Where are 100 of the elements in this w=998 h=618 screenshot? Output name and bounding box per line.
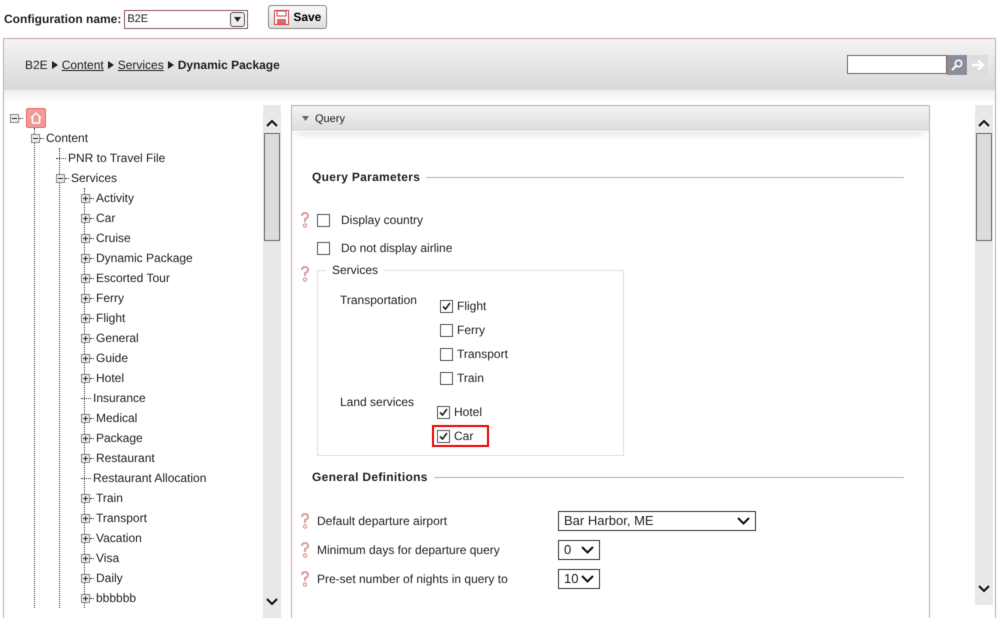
section-title: Query Parameters (312, 170, 420, 184)
configuration-label: Configuration name: (4, 12, 122, 26)
tree-item[interactable]: Escorted Tour (96, 271, 170, 285)
checkbox-label: Train (457, 371, 484, 385)
search-button[interactable] (947, 54, 967, 74)
scrollbar[interactable] (263, 105, 281, 618)
checkbox[interactable] (437, 430, 450, 442)
tree-item[interactable]: Services (71, 171, 118, 185)
collapse-icon[interactable] (56, 174, 65, 182)
checkbox-label: Do not display airline (341, 241, 452, 255)
checkbox[interactable] (440, 300, 453, 312)
tree-item[interactable]: Medical (96, 411, 138, 425)
breadcrumb-item: B2E (25, 58, 48, 72)
breadcrumb-link[interactable]: Services (118, 58, 164, 72)
tree-item[interactable]: Insurance (93, 391, 146, 405)
save-button[interactable]: Save (268, 5, 328, 29)
checkbox-label: Ferry (457, 323, 485, 337)
checkbox-label: Flight (457, 299, 486, 313)
expand-icon[interactable] (81, 594, 90, 602)
expand-icon[interactable] (81, 494, 90, 502)
tree-item[interactable]: Restaurant Allocation (93, 471, 206, 485)
chevron-down-icon[interactable] (266, 598, 278, 606)
tree-item[interactable]: Hotel (96, 371, 124, 385)
tree-item[interactable]: Vacation (96, 531, 142, 545)
chevron-up-icon[interactable] (266, 119, 278, 127)
chevron-down-icon[interactable] (978, 585, 990, 593)
scrollbar[interactable] (975, 105, 993, 605)
scrollbar-thumb[interactable] (976, 133, 992, 241)
dropdown[interactable]: 0 (558, 540, 600, 560)
tree-item[interactable]: Guide (96, 351, 128, 365)
checkbox[interactable] (437, 406, 450, 418)
expand-icon[interactable] (81, 234, 90, 242)
checkbox[interactable] (440, 372, 453, 384)
section-header[interactable]: Query (292, 106, 929, 132)
checkbox-label: Car (454, 429, 474, 443)
expand-icon[interactable] (81, 194, 90, 202)
dropdown[interactable]: Bar Harbor, ME (558, 510, 756, 530)
search-icon (951, 58, 963, 70)
chevron-down-icon (737, 516, 750, 524)
tree-item[interactable]: Activity (96, 191, 134, 205)
expand-icon[interactable] (81, 534, 90, 542)
field-label: Default departure airport (317, 514, 448, 528)
checkbox[interactable] (440, 324, 453, 336)
configuration-select[interactable]: B2E (124, 10, 248, 28)
tree-item[interactable]: Train (96, 491, 123, 505)
tree-item[interactable]: PNR to Travel File (68, 151, 166, 165)
expand-icon[interactable] (81, 574, 90, 582)
tree-item[interactable]: Flight (96, 311, 126, 325)
tree-item[interactable]: bbbbbb (96, 591, 136, 605)
home-icon[interactable] (26, 108, 46, 128)
tree-item[interactable]: General (96, 331, 139, 345)
field-label: Pre-set number of nights in query to (317, 572, 509, 586)
group-label: Land services (340, 394, 416, 411)
tree-item[interactable]: Cruise (96, 231, 131, 245)
expand-icon[interactable] (81, 414, 90, 422)
tree-item[interactable]: Car (96, 211, 116, 225)
expand-icon[interactable] (81, 254, 90, 262)
checkbox[interactable] (440, 348, 453, 360)
expand-icon[interactable] (81, 354, 90, 362)
caret-icon (234, 16, 242, 22)
fieldset-legend: Services (326, 263, 384, 277)
chevron-up-icon[interactable] (978, 119, 990, 127)
arrow-right-icon (52, 60, 58, 68)
arrow-right-icon (108, 60, 114, 68)
checkbox-label: Display country (341, 213, 424, 227)
checkbox-label: Hotel (454, 405, 482, 419)
expand-icon[interactable] (81, 374, 90, 382)
tree-item[interactable]: Ferry (96, 291, 124, 305)
expand-icon[interactable] (81, 334, 90, 342)
arrow-right-icon (168, 60, 174, 68)
arrow-right-icon (971, 58, 985, 70)
chevron-down-icon (581, 574, 594, 582)
breadcrumb-link[interactable]: Content (62, 58, 104, 72)
expand-icon[interactable] (81, 314, 90, 322)
tree-item[interactable]: Dynamic Package (96, 251, 193, 265)
checkbox-label: Transport (457, 347, 508, 361)
dropdown[interactable]: 10 (558, 568, 600, 588)
tree-item[interactable]: Restaurant (96, 451, 155, 465)
collapse-icon[interactable] (31, 134, 40, 142)
expand-icon[interactable] (81, 454, 90, 462)
group-label: Transportation (340, 292, 418, 309)
tree-item[interactable]: Content (46, 131, 88, 145)
field-label: Minimum days for departure query (317, 542, 501, 556)
breadcrumb-item: Dynamic Package (178, 58, 280, 72)
tree-item[interactable]: Daily (96, 571, 123, 585)
checkbox[interactable] (317, 242, 330, 254)
collapse-icon[interactable] (10, 114, 19, 122)
checkbox[interactable] (317, 214, 330, 226)
expand-icon[interactable] (81, 554, 90, 562)
scrollbar-thumb[interactable] (264, 133, 280, 241)
tree-item[interactable]: Visa (96, 551, 120, 565)
expand-icon[interactable] (81, 434, 90, 442)
expand-icon[interactable] (81, 294, 90, 302)
chevron-down-icon (581, 546, 594, 554)
expand-icon[interactable] (81, 274, 90, 282)
expand-icon[interactable] (81, 214, 90, 222)
tree-item[interactable]: Transport (96, 511, 147, 525)
search-field[interactable] (847, 55, 947, 74)
tree-item[interactable]: Package (96, 431, 143, 445)
expand-icon[interactable] (81, 514, 90, 522)
